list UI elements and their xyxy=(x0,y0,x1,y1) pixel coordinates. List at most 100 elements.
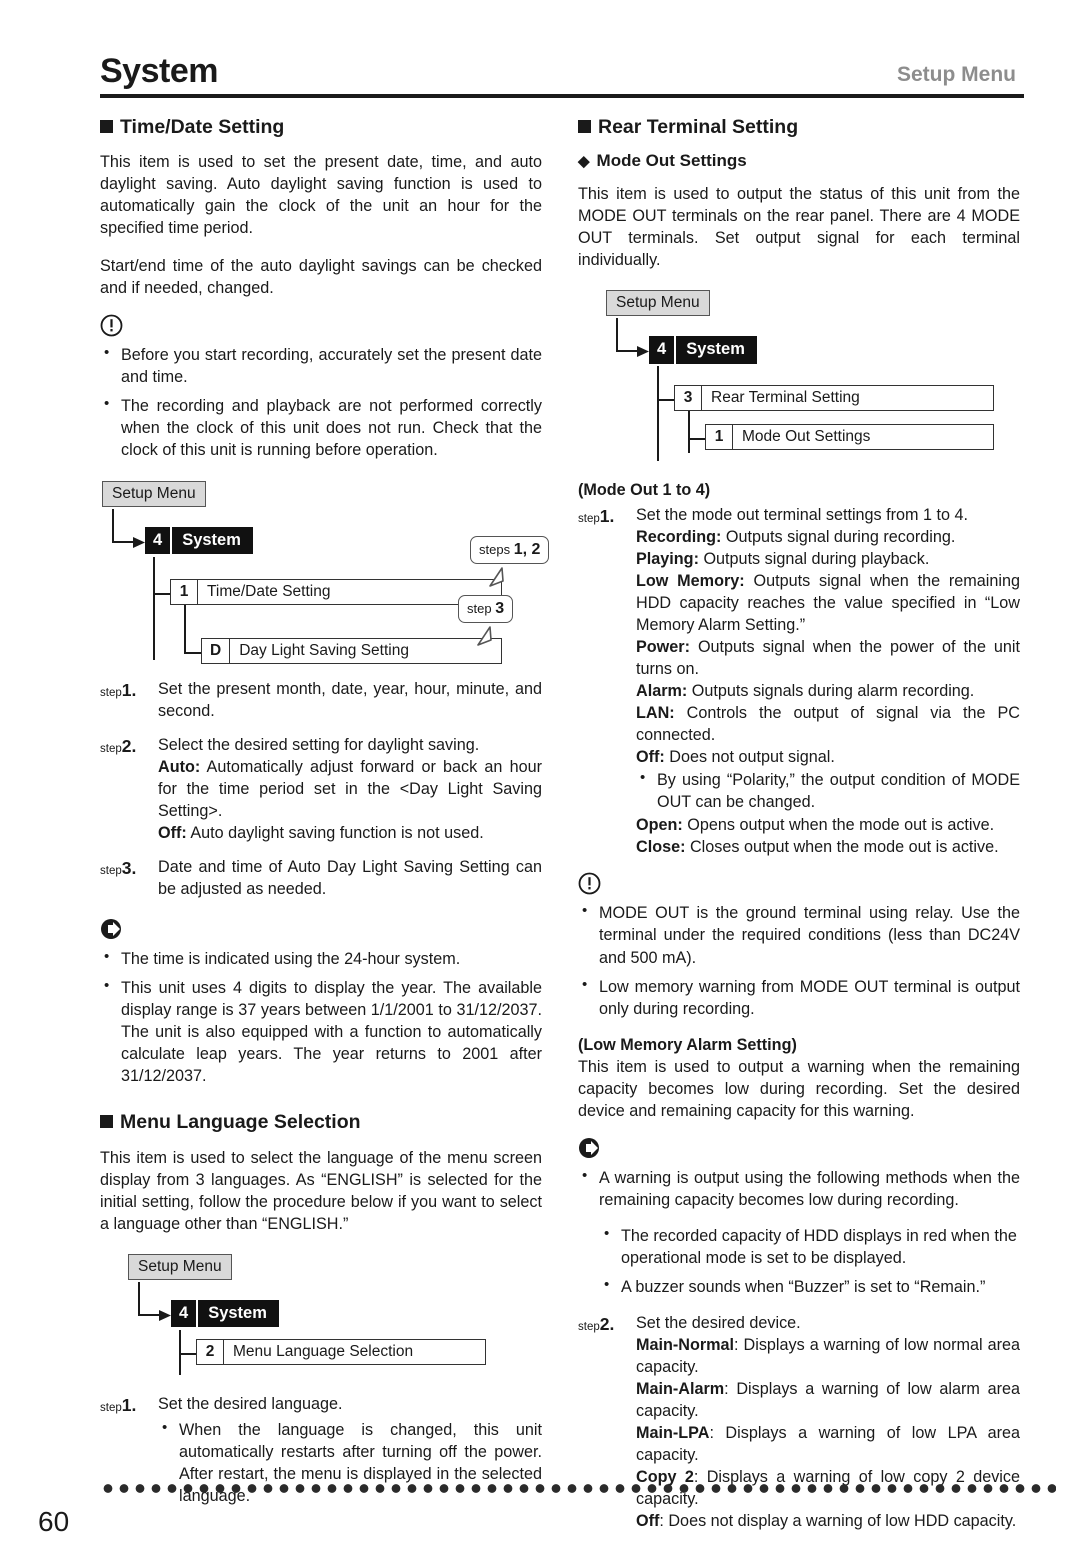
step-line: Main-LPA: Displays a warning of low LPA … xyxy=(636,1422,1020,1466)
list-item: The recording and playback are not perfo… xyxy=(100,394,542,461)
step-line: Date and time of Auto Day Light Saving S… xyxy=(158,857,542,898)
option-label: Power: xyxy=(636,638,690,657)
tree-connector xyxy=(138,1281,141,1316)
section-heading-rear-terminal: Rear Terminal Setting xyxy=(578,116,1020,139)
option-label: Off: xyxy=(636,748,665,767)
menu-tree-time-date: Setup Menu 4 System 1 Time/Date Setting … xyxy=(100,475,550,665)
page-number: 60 xyxy=(38,1506,70,1537)
tree-connector xyxy=(112,540,136,544)
tree-system-node[interactable]: 4 System xyxy=(649,335,757,364)
list-item: A buzzer sounds when “Buzzer” is set to … xyxy=(600,1275,1020,1298)
tree-root-node[interactable]: Setup Menu xyxy=(128,1253,232,1281)
callout-tail-icon xyxy=(477,625,492,646)
manual-page: System Setup Menu Time/Date Setting This… xyxy=(0,32,1080,1560)
option-label: Auto: xyxy=(158,757,201,776)
step-line: Main-Alarm: Displays a warning of low al… xyxy=(636,1378,1020,1422)
low-memory-intro-paragraph: This item is used to output a warning wh… xyxy=(578,1057,1020,1120)
tree-item-label: Time/Date Setting xyxy=(207,582,331,600)
step-sub-list: When the language is changed, this unit … xyxy=(158,1418,542,1507)
step-line: Main-Normal: Displays a warning of low n… xyxy=(636,1334,1020,1378)
list-item: The time is indicated using the 24-hour … xyxy=(100,947,542,970)
footer-dotted-divider xyxy=(100,1484,1056,1493)
step-line: Open: Opens output when the mode out is … xyxy=(636,814,1020,836)
callout-tail-icon xyxy=(489,566,504,587)
option-label: Main-Alarm xyxy=(636,1379,725,1398)
tree-root-node[interactable]: Setup Menu xyxy=(102,480,206,508)
step-line: Recording: Outputs signal during recordi… xyxy=(636,526,1020,548)
tree-system-number: 4 xyxy=(649,335,677,364)
list-item: step2. Select the desired setting for da… xyxy=(100,734,542,844)
tree-item-rear-terminal-setting[interactable]: 3 Rear Terminal Setting xyxy=(674,384,994,412)
section-heading-time-date: Time/Date Setting xyxy=(100,116,542,139)
tree-item-day-light-saving-setting[interactable]: D Day Light Saving Setting xyxy=(201,637,502,665)
tree-system-label: System xyxy=(208,1303,267,1322)
subsection-heading-mode-out-settings: ◆ Mode Out Settings xyxy=(578,151,1020,171)
time-date-step-list: step1. Set the present month, date, year… xyxy=(100,678,542,900)
tree-connector xyxy=(179,1352,197,1356)
option-label: LAN: xyxy=(636,704,675,723)
tree-connector xyxy=(616,317,619,352)
group-title-mode-out-1-to-4: (Mode Out 1 to 4) xyxy=(578,480,711,499)
step-body: Select the desired setting for daylight … xyxy=(158,734,542,844)
option-desc: Does not output signal. xyxy=(664,748,835,767)
tree-system-node[interactable]: 4 System xyxy=(171,1299,279,1328)
callout-step-3: step 3 xyxy=(458,594,514,623)
step-sub-list: By using “Polarity,” the output conditio… xyxy=(636,768,1020,813)
list-item: By using “Polarity,” the output conditio… xyxy=(636,768,1020,813)
mode-out-intro-paragraph: This item is used to output the status o… xyxy=(578,184,1020,269)
warning-exclamation-icon xyxy=(578,873,601,895)
option-desc: Outputs signals during alarm recording. xyxy=(687,682,975,701)
list-item: When the language is changed, this unit … xyxy=(158,1418,542,1507)
warning-exclamation-icon xyxy=(100,314,123,336)
tree-connector xyxy=(112,508,115,543)
option-label: Recording: xyxy=(636,527,722,546)
header-divider xyxy=(100,94,1024,98)
page-title: System xyxy=(100,52,218,90)
section-heading-label: Menu Language Selection xyxy=(120,1111,361,1134)
list-item: step1. Set the present month, date, year… xyxy=(100,678,542,722)
step-body: Date and time of Auto Day Light Saving S… xyxy=(158,856,542,900)
option-desc: Auto daylight saving function is not use… xyxy=(186,823,484,842)
step-body: Set the desired device. Main-Normal: Dis… xyxy=(636,1312,1020,1532)
tree-item-time-date-setting[interactable]: 1 Time/Date Setting xyxy=(170,578,502,606)
tree-item-number: D xyxy=(202,638,231,664)
tree-connector xyxy=(688,437,706,441)
tree-item-number: 1 xyxy=(171,579,198,605)
low-memory-step-list: step2. Set the desired device. Main-Norm… xyxy=(578,1312,1020,1532)
option-label: Main-Normal xyxy=(636,1335,735,1354)
option-desc: Outputs signal during recording. xyxy=(721,527,956,546)
step-line: Off: Does not display a warning of low H… xyxy=(636,1510,1020,1532)
mode-out-step-list: step1. Set the mode out terminal setting… xyxy=(578,504,1020,859)
step-tag: step2. xyxy=(100,735,137,756)
low-memory-note-sub-list: The recorded capacity of HDD displays in… xyxy=(600,1224,1020,1298)
list-item: Before you start recording, accurately s… xyxy=(100,343,542,388)
caution-icon-row xyxy=(100,314,542,338)
step-line: Set the present month, date, year, hour,… xyxy=(158,679,542,720)
step-line: Off: Auto daylight saving function is no… xyxy=(158,822,542,844)
tree-item-label: Day Light Saving Setting xyxy=(239,641,409,659)
tree-connector xyxy=(184,651,202,655)
tree-connector xyxy=(184,603,187,654)
step-line: LAN: Controls the output of signal via t… xyxy=(636,702,1020,746)
arrow-right-circle-icon xyxy=(101,919,121,940)
tree-system-node[interactable]: 4 System xyxy=(145,526,253,555)
tree-item-mode-out-settings[interactable]: 1 Mode Out Settings xyxy=(705,423,994,451)
tree-system-label: System xyxy=(686,339,745,358)
tree-system-number: 4 xyxy=(171,1299,199,1328)
section-heading-label: Time/Date Setting xyxy=(120,116,285,138)
tree-item-menu-language-selection[interactable]: 2 Menu Language Selection xyxy=(196,1338,486,1366)
left-column: Time/Date Setting This item is used to s… xyxy=(100,116,550,1546)
tree-connector xyxy=(616,349,640,353)
option-desc: Outputs signal during playback. xyxy=(698,550,930,568)
option-desc: Automatically adjust forward or back an … xyxy=(158,757,542,820)
step-line: Low Memory: Outputs signal when the rema… xyxy=(636,570,1020,636)
step-body: Set the mode out terminal settings from … xyxy=(636,504,1020,859)
tree-connector xyxy=(657,398,675,402)
callout-value: 1, 2 xyxy=(513,540,541,558)
diamond-bullet-icon: ◆ xyxy=(578,153,590,171)
callout-prefix: steps xyxy=(479,541,511,557)
subsection-heading-label: Mode Out Settings xyxy=(596,151,747,171)
tree-root-node[interactable]: Setup Menu xyxy=(606,289,710,317)
step-line: Power: Outputs signal when the power of … xyxy=(636,636,1020,680)
tree-connector xyxy=(153,592,171,596)
